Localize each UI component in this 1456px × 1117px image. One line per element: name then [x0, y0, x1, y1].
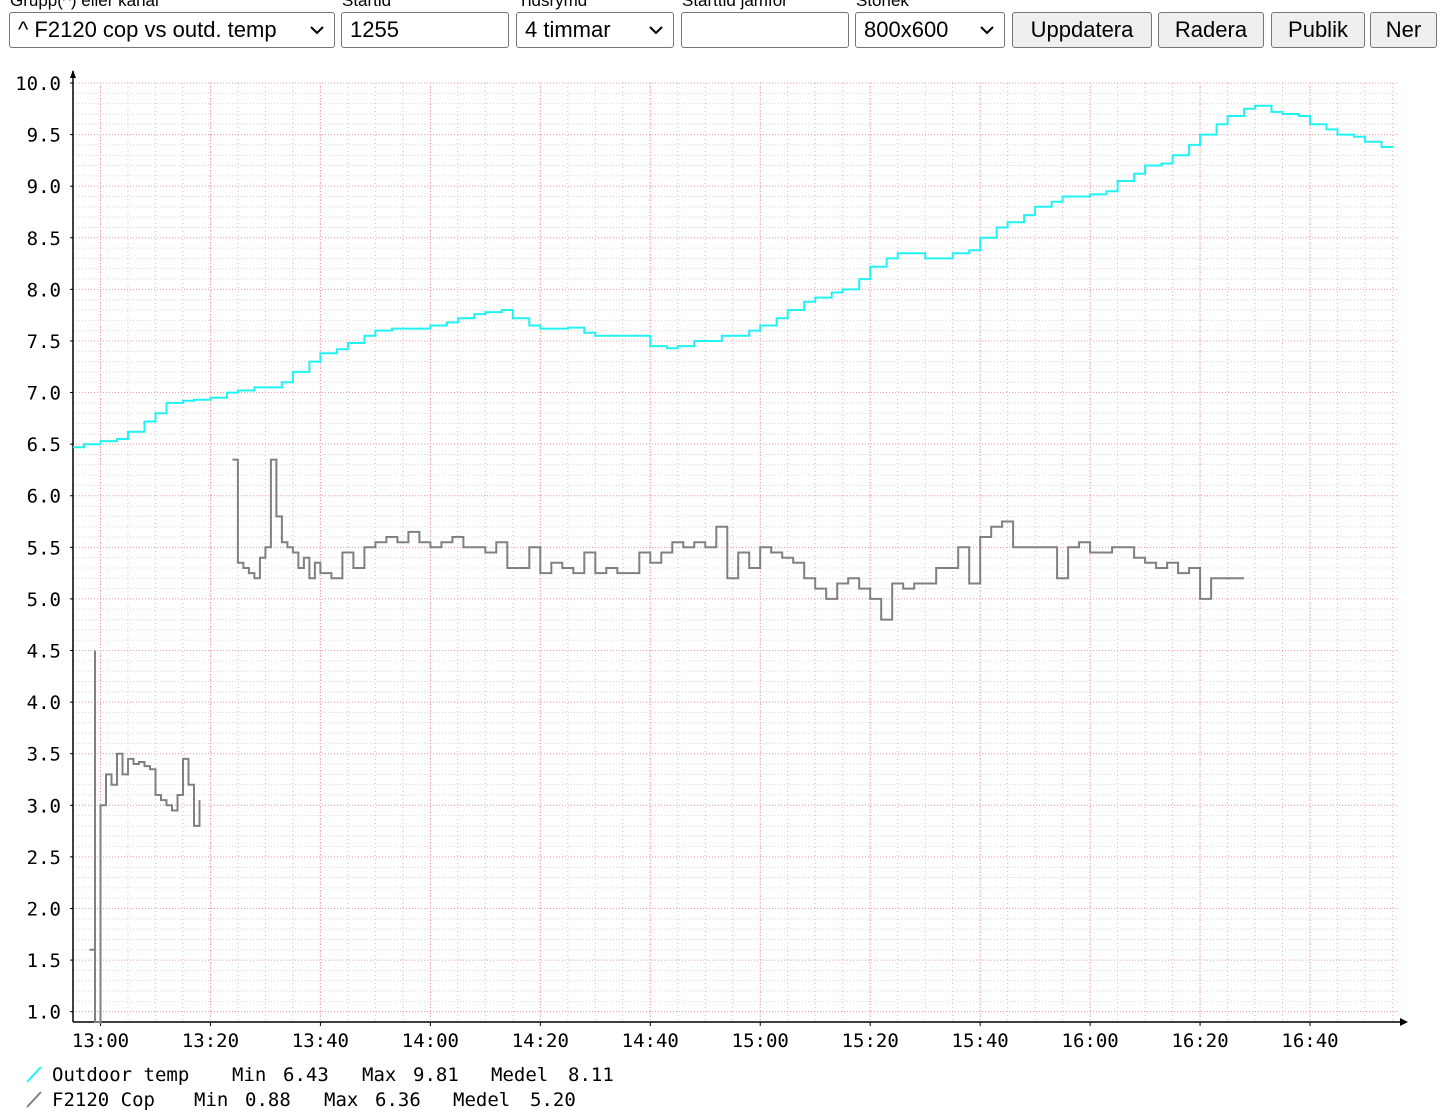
legend-max-label: Max [324, 1089, 358, 1111]
x-tick-label: 14:40 [622, 1030, 679, 1052]
x-axis-ticks: 13:00 13:20 13:40 14:00 14:20 14:40 15:00 15:20… [72, 1022, 1339, 1052]
x-tick-label: 14:20 [512, 1030, 569, 1052]
y-tick-label: 10.0 [15, 73, 61, 95]
interval-label: Tidsrymd [518, 0, 588, 10]
y-axis-ticks: 1.0 1.5 2.0 2.5 3.0 3.5 4.0 4.5 5.0 5.5 6.0 6.5 7.0 7… [15, 73, 73, 1024]
group-select[interactable]: ^ F2120 cop vs outd. temp [9, 12, 335, 48]
series-line-f2120-cop [89, 650, 201, 1025]
size-select[interactable]: 800x600 [855, 12, 1005, 48]
legend-min-label: Min [194, 1089, 228, 1111]
y-tick-label: 4.0 [27, 692, 61, 714]
update-button[interactable]: Uppdatera [1012, 12, 1152, 48]
y-tick-label: 2.0 [27, 898, 61, 920]
start-time-input[interactable]: 1255 [341, 12, 509, 48]
y-tick-label: 7.5 [27, 331, 61, 353]
x-tick-label: 16:00 [1062, 1030, 1119, 1052]
size-label: Storlek [856, 0, 909, 10]
x-tick-label: 13:40 [292, 1030, 349, 1052]
legend-mean-value: 8.11 [568, 1064, 614, 1086]
y-tick-label: 3.5 [27, 744, 61, 766]
legend-min-label: Min [232, 1064, 266, 1086]
y-tick-label: 8.0 [27, 279, 61, 301]
x-tick-label: 16:40 [1281, 1030, 1338, 1052]
group-label: Grupp(^) eller kanal [10, 0, 159, 10]
public-button[interactable]: Publik [1271, 12, 1365, 48]
chevron-down-icon [310, 26, 324, 35]
legend-swatch-icon [26, 1091, 42, 1108]
interval-select[interactable]: 4 timmar [516, 12, 674, 48]
chart-grid-minor [72, 82, 1398, 1022]
x-tick-label: 15:20 [842, 1030, 899, 1052]
x-tick-label: 14:00 [402, 1030, 459, 1052]
y-tick-label: 3.0 [27, 795, 61, 817]
legend-swatch-icon [26, 1066, 42, 1083]
y-tick-label: 4.5 [27, 641, 61, 663]
delete-button[interactable]: Radera [1158, 12, 1264, 48]
y-tick-label: 8.5 [27, 228, 61, 250]
legend-mean-label: Medel [491, 1064, 548, 1086]
y-tick-label: 1.0 [27, 1002, 61, 1024]
x-tick-label: 13:00 [72, 1030, 129, 1052]
compare-time-input[interactable] [681, 12, 849, 48]
y-axis-arrow-icon [70, 70, 76, 78]
y-tick-label: 6.5 [27, 434, 61, 456]
x-tick-label: 15:40 [952, 1030, 1009, 1052]
start-time-value: 1255 [350, 17, 399, 42]
legend-max-value: 9.81 [413, 1064, 459, 1086]
legend-min-value: 0.88 [245, 1089, 291, 1111]
chevron-down-icon [980, 26, 994, 35]
legend-max-label: Max [362, 1064, 396, 1086]
legend-series-name: Outdoor temp [52, 1064, 189, 1086]
legend-min-value: 6.43 [283, 1064, 329, 1086]
y-tick-label: 9.5 [27, 125, 61, 147]
down-button[interactable]: Ner [1370, 12, 1437, 48]
start-label: Startid [342, 0, 392, 10]
size-select-value: 800x600 [864, 17, 949, 42]
chart: 1.0 1.5 2.0 2.5 3.0 3.5 4.0 4.5 5.0 5.5 6.0 6.5 7.0 7… [15, 70, 1408, 1111]
x-tick-label: 15:00 [732, 1030, 789, 1052]
compare-label: Starttid jämför [682, 0, 788, 10]
series-line-f2120-cop [232, 458, 1245, 621]
y-tick-label: 2.5 [27, 847, 61, 869]
chart-legend: Outdoor temp Min 6.43 Max 9.81 Medel 8.11F2120… [26, 1064, 614, 1111]
y-tick-label: 5.5 [27, 537, 61, 559]
chart-grid-major [73, 82, 1398, 1022]
y-tick-label: 9.0 [27, 176, 61, 198]
y-tick-label: 6.0 [27, 486, 61, 508]
x-tick-label: 13:20 [182, 1030, 239, 1052]
legend-max-value: 6.36 [375, 1089, 421, 1111]
y-tick-label: 1.5 [27, 950, 61, 972]
chevron-down-icon [649, 26, 663, 35]
interval-select-value: 4 timmar [525, 17, 611, 42]
legend-series-name: F2120 Cop [52, 1089, 155, 1111]
y-tick-label: 7.0 [27, 383, 61, 405]
y-tick-label: 5.0 [27, 589, 61, 611]
group-select-value: ^ F2120 cop vs outd. temp [18, 17, 277, 42]
legend-mean-value: 5.20 [530, 1089, 576, 1111]
x-axis-arrow-icon [1400, 1018, 1408, 1026]
toolbar: Grupp(^) eller kanal Startid Tidsrymd St… [0, 0, 1456, 56]
legend-mean-label: Medel [453, 1089, 510, 1111]
x-tick-label: 16:20 [1171, 1030, 1228, 1052]
